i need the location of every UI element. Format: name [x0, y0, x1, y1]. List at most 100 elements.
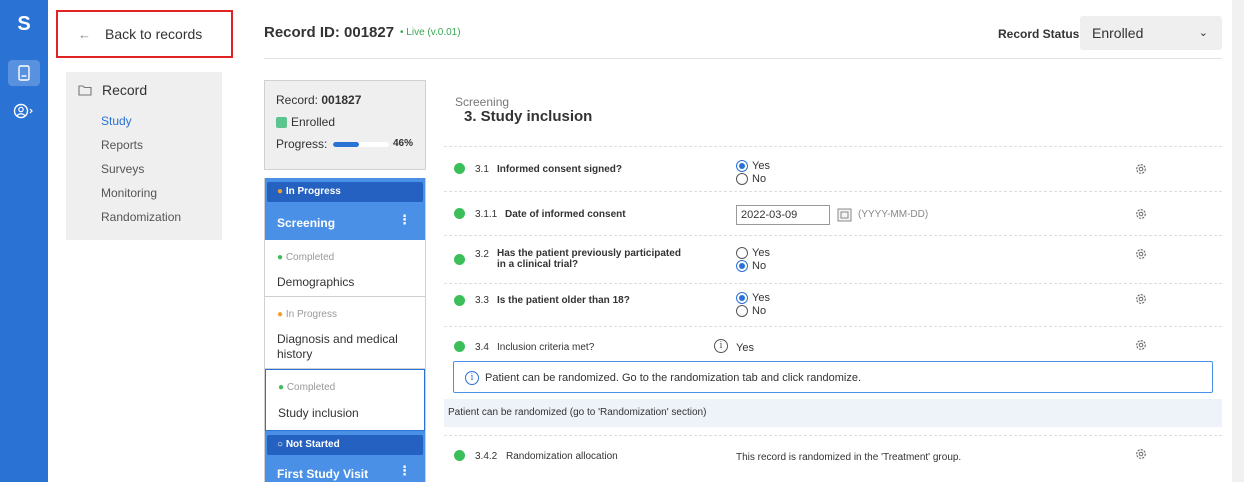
nav-item-monitoring[interactable]: Monitoring	[101, 186, 157, 200]
step-study-inclusion[interactable]: ● Completed Study inclusion	[265, 369, 425, 431]
record-nav-header[interactable]: Record	[78, 82, 147, 98]
live-version-badge: • Live (v.0.01)	[400, 27, 461, 38]
question-text: Inclusion criteria met?	[497, 342, 595, 353]
step-diagnosis[interactable]: ● In Progress Diagnosis and medical hist…	[265, 297, 425, 369]
gear-icon[interactable]	[1134, 162, 1148, 176]
radio-no[interactable]: No	[736, 173, 766, 185]
summary-record-line: Record: 001827	[276, 93, 361, 107]
status-dot-icon	[454, 341, 465, 352]
radio-no[interactable]: No	[736, 260, 766, 272]
summary-progress-label: Progress:	[276, 137, 328, 151]
app-window: S ← Back to records Record Study Reports…	[0, 0, 1244, 482]
step-title: Diagnosis and medical history	[277, 332, 398, 361]
step-demographics[interactable]: ● Completed Demographics	[265, 240, 425, 297]
question-row-3-1: 3.1 Informed consent signed? Yes No	[444, 146, 1222, 191]
step-status-text: Completed	[286, 382, 336, 393]
status-dot-icon: ●	[277, 309, 284, 320]
nav-item-study[interactable]: Study	[101, 114, 132, 128]
question-row-3-1-1: 3.1.1 Date of informed consent 2022-03-0…	[444, 191, 1222, 235]
back-to-records-button[interactable]: ← Back to records	[56, 10, 233, 58]
chevron-down-icon: ⌄	[1198, 27, 1208, 39]
status-dot-icon	[454, 208, 465, 219]
gear-icon[interactable]	[1134, 338, 1148, 352]
randomization-note-band: Patient can be randomized (go to 'Random…	[444, 399, 1222, 427]
question-text: Randomization allocation	[506, 451, 618, 462]
info-text: Patient can be randomized. Go to the ran…	[485, 372, 862, 384]
page-scrollbar[interactable]	[1232, 0, 1244, 482]
question-number: 3.4.2	[475, 451, 498, 462]
radio-unselected-icon	[736, 247, 748, 259]
step-status-tag: ○ Not Started	[277, 439, 340, 450]
record-summary-card: Record: 001827 Enrolled Progress: 46%	[264, 80, 426, 170]
radio-label: No	[752, 305, 767, 317]
status-dot-icon: ●	[277, 252, 284, 263]
question-number: 3.3	[475, 295, 489, 306]
record-status-label: Record Status:	[998, 27, 1084, 41]
question-row-3-4-2: 3.4.2 Randomization allocation This reco…	[444, 435, 1222, 482]
step-status-text: In Progress	[285, 186, 341, 197]
info-icon: i	[465, 371, 479, 385]
step-status-text: In Progress	[285, 309, 337, 320]
step-title: Demographics	[277, 275, 355, 289]
gear-icon[interactable]	[1134, 247, 1148, 261]
status-dot-icon	[454, 295, 465, 306]
record-status-select[interactable]: Enrolled ⌄	[1080, 16, 1222, 50]
radio-label: Yes	[752, 292, 770, 304]
step-title: Study inclusion	[278, 406, 359, 420]
question-text: Informed consent signed?	[497, 164, 623, 175]
radio-no[interactable]: No	[736, 305, 766, 317]
question-text: Is the patient older than 18?	[497, 295, 630, 306]
summary-status: Enrolled	[291, 115, 336, 129]
question-row-3-4: 3.4 Inclusion criteria met? i Yes	[444, 326, 1222, 359]
question-text: Date of informed consent	[505, 209, 626, 220]
randomization-info-box: i Patient can be randomized. Go to the r…	[453, 361, 1213, 393]
question-number: 3.4	[475, 342, 489, 353]
calculated-value: Yes	[736, 342, 754, 354]
status-dot-icon	[454, 450, 465, 461]
gear-icon[interactable]	[1134, 447, 1148, 461]
status-dot-icon: ○	[277, 439, 284, 450]
radio-label: No	[752, 173, 767, 185]
radio-yes[interactable]: Yes	[736, 292, 770, 304]
radio-unselected-icon	[736, 173, 748, 185]
calendar-icon[interactable]	[837, 208, 852, 222]
randomization-result: This record is randomized in the 'Treatm…	[736, 452, 962, 463]
nav-item-surveys[interactable]: Surveys	[101, 162, 144, 176]
step-status-tag: ● In Progress	[277, 309, 337, 320]
gear-icon[interactable]	[1134, 207, 1148, 221]
radio-yes[interactable]: Yes	[736, 247, 770, 259]
status-square-icon	[276, 116, 287, 128]
radio-yes[interactable]: Yes	[736, 160, 770, 172]
step-first-study-visit[interactable]: ○ Not Started First Study Visit ⋮	[265, 431, 425, 482]
record-title: Record ID: 001827	[264, 24, 395, 41]
radio-selected-icon	[736, 260, 748, 272]
info-icon[interactable]: i	[714, 339, 728, 353]
radio-label: Yes	[752, 247, 770, 259]
radio-selected-icon	[736, 160, 748, 172]
radio-label: No	[752, 260, 767, 272]
question-number: 3.2	[475, 249, 489, 260]
app-rail: S	[0, 0, 48, 482]
more-vertical-icon[interactable]: ⋮	[398, 463, 411, 479]
status-dot-icon	[454, 254, 465, 265]
progress-bar-fill	[333, 141, 360, 147]
status-dot-icon: ●	[278, 382, 285, 393]
date-input[interactable]: 2022-03-09	[736, 205, 830, 225]
records-icon[interactable]	[8, 60, 40, 86]
section-title: 3. Study inclusion	[464, 108, 593, 125]
more-vertical-icon[interactable]: ⋮	[398, 212, 411, 228]
step-screening[interactable]: ● In Progress Screening ⋮	[265, 178, 425, 240]
section-subtitle: Screening	[455, 95, 510, 109]
user-icon[interactable]	[8, 98, 40, 124]
summary-status-line: Enrolled	[276, 115, 335, 129]
step-status-tag: ● In Progress	[277, 186, 341, 197]
step-status-text: Not Started	[285, 439, 340, 450]
record-status-value: Enrolled	[1092, 25, 1144, 41]
nav-item-randomization[interactable]: Randomization	[101, 210, 181, 224]
band-text: Patient can be randomized (go to 'Random…	[448, 407, 707, 418]
back-to-records-label: Back to records	[105, 26, 203, 42]
gear-icon[interactable]	[1134, 292, 1148, 306]
nav-item-reports[interactable]: Reports	[101, 138, 143, 152]
step-title: First Study Visit	[277, 467, 369, 481]
app-logo-icon[interactable]: S	[12, 12, 36, 36]
